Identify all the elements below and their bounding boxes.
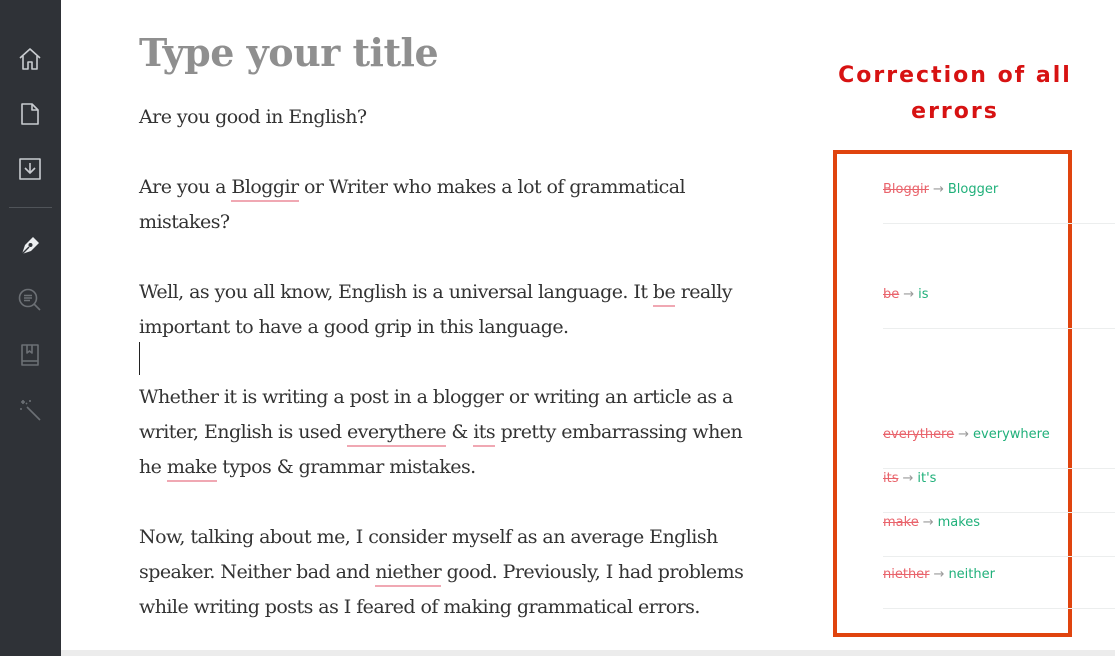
correction-card[interactable]: make → makes (883, 512, 1115, 557)
sidebar (0, 0, 61, 656)
text-cursor (139, 342, 140, 375)
home-button[interactable] (15, 44, 45, 74)
arrow-icon: → (903, 287, 915, 302)
paragraph[interactable]: Are you good in English? (139, 100, 769, 135)
paragraph[interactable]: Are you a Bloggir or Writer who makes a … (139, 170, 769, 240)
book-icon (21, 344, 39, 366)
paragraph-text: & (445, 421, 474, 443)
home-icon (19, 48, 41, 70)
magic-wand-icon (20, 400, 41, 421)
paragraph[interactable]: Whether it is writing a post in a blogge… (139, 380, 769, 485)
correction-card[interactable]: its → it's (883, 468, 1115, 513)
suggested-word[interactable]: it's (917, 471, 936, 486)
error-word[interactable]: make (166, 456, 217, 482)
correction-card[interactable]: be → is (883, 284, 1115, 329)
wrong-word: be (883, 287, 900, 302)
error-word[interactable]: its (473, 421, 496, 447)
suggested-word[interactable]: Blogger (948, 182, 998, 197)
correction-card[interactable]: Bloggir → Blogger (883, 179, 1115, 224)
arrow-icon: → (933, 567, 945, 582)
review-button[interactable] (15, 285, 45, 315)
wrong-word: make (883, 515, 919, 530)
wrong-word: Bloggir (883, 182, 929, 197)
error-word[interactable]: be (652, 281, 676, 307)
arrow-icon: → (932, 182, 944, 197)
error-word[interactable]: Bloggir (231, 176, 299, 202)
wrong-word: everythere (883, 427, 955, 442)
dictionary-button[interactable] (15, 340, 45, 370)
paragraph-text: Are you a (139, 176, 232, 198)
wrong-word: its (883, 471, 899, 486)
title-input[interactable]: Type your title (139, 30, 439, 75)
paragraph[interactable]: Well, as you all know, English is a univ… (139, 275, 769, 345)
paragraph[interactable]: Now, talking about me, I consider myself… (139, 520, 769, 625)
suggested-word[interactable]: neither (948, 567, 995, 582)
annotation-label: Correction of all errors (838, 63, 1072, 124)
suggested-word[interactable]: makes (938, 515, 980, 530)
download-icon (19, 158, 41, 180)
suggested-word[interactable]: is (918, 287, 928, 302)
magic-button[interactable] (15, 395, 45, 425)
arrow-icon: → (922, 515, 934, 530)
error-word[interactable]: niether (375, 561, 442, 587)
error-word[interactable]: everythere (346, 421, 446, 447)
write-mode-button[interactable] (15, 230, 45, 260)
arrow-icon: → (902, 471, 914, 486)
sidebar-divider (9, 207, 52, 208)
search-text-icon (18, 288, 41, 311)
horizontal-scrollbar[interactable] (61, 650, 1115, 656)
paragraph-text: Are you good in English? (139, 106, 367, 128)
pen-icon (21, 237, 39, 255)
document-icon (21, 103, 39, 125)
paragraph-text: Well, as you all know, English is a univ… (139, 281, 653, 303)
arrow-icon: → (958, 427, 970, 442)
paragraph-text: typos & grammar mistakes. (216, 456, 476, 478)
correction-card[interactable]: everythere → everywhere (883, 424, 1115, 469)
correction-card[interactable]: niether → neither (883, 564, 1115, 609)
wrong-word: niether (883, 567, 930, 582)
download-button[interactable] (15, 154, 45, 184)
suggested-word[interactable]: everywhere (973, 427, 1050, 442)
new-document-button[interactable] (15, 99, 45, 129)
